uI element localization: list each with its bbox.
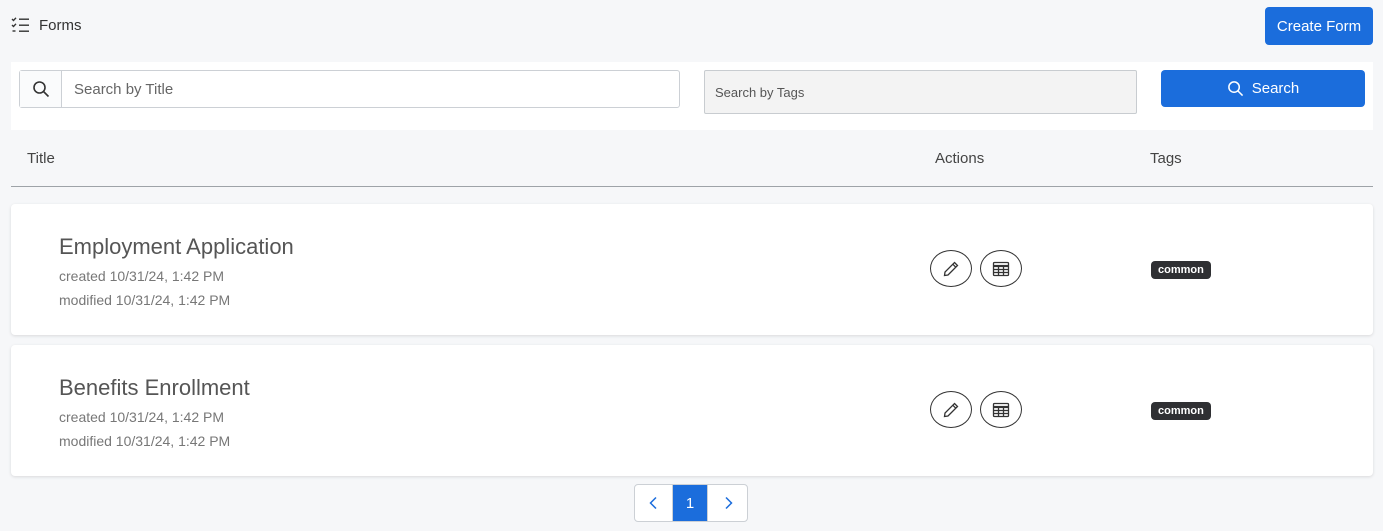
chevron-left-icon bbox=[648, 496, 657, 510]
pagination-next[interactable] bbox=[707, 485, 747, 521]
column-header-tags: Tags bbox=[1150, 150, 1182, 167]
modified-date: modified 10/31/24, 1:42 PM bbox=[59, 292, 231, 308]
form-title-link[interactable]: Employment Application bbox=[59, 234, 294, 260]
tag-badge: common bbox=[1151, 261, 1211, 279]
pagination: 1 bbox=[634, 484, 748, 522]
search-panel: Search bbox=[11, 62, 1373, 130]
page-header: Forms Create Form bbox=[0, 0, 1383, 52]
page-title: Forms bbox=[39, 16, 82, 34]
form-title-link[interactable]: Benefits Enrollment bbox=[59, 375, 250, 401]
column-header-title: Title bbox=[27, 150, 55, 167]
tag-badge: common bbox=[1151, 402, 1211, 420]
created-date: created 10/31/24, 1:42 PM bbox=[59, 268, 224, 284]
table-grid-icon bbox=[992, 261, 1010, 276]
title-search-group bbox=[19, 70, 680, 108]
edit-form-button[interactable] bbox=[930, 391, 972, 428]
header-title-group: Forms bbox=[11, 16, 82, 34]
pencil-icon bbox=[943, 402, 959, 417]
edit-form-button[interactable] bbox=[930, 250, 972, 287]
table-grid-icon bbox=[992, 402, 1010, 417]
modified-date: modified 10/31/24, 1:42 PM bbox=[59, 433, 231, 449]
search-icon bbox=[1227, 81, 1243, 97]
pencil-icon bbox=[943, 261, 959, 276]
search-button[interactable]: Search bbox=[1161, 70, 1365, 107]
table-header: Title Actions Tags bbox=[11, 130, 1373, 187]
table-row: Employment Application created 10/31/24,… bbox=[11, 204, 1373, 335]
checklist-icon bbox=[11, 17, 29, 32]
tags-search-input[interactable] bbox=[704, 70, 1137, 114]
created-date: created 10/31/24, 1:42 PM bbox=[59, 409, 224, 425]
search-icon-box bbox=[20, 71, 62, 107]
search-button-label: Search bbox=[1251, 80, 1300, 97]
create-form-button[interactable]: Create Form bbox=[1265, 7, 1373, 45]
table-row: Benefits Enrollment created 10/31/24, 1:… bbox=[11, 345, 1373, 476]
view-submissions-button[interactable] bbox=[980, 391, 1022, 428]
chevron-right-icon bbox=[724, 496, 733, 510]
pagination-prev[interactable] bbox=[635, 485, 673, 521]
pagination-page-current[interactable]: 1 bbox=[673, 485, 707, 521]
title-search-input[interactable] bbox=[62, 71, 679, 107]
search-icon bbox=[32, 81, 49, 98]
view-submissions-button[interactable] bbox=[980, 250, 1022, 287]
column-header-actions: Actions bbox=[935, 150, 985, 167]
